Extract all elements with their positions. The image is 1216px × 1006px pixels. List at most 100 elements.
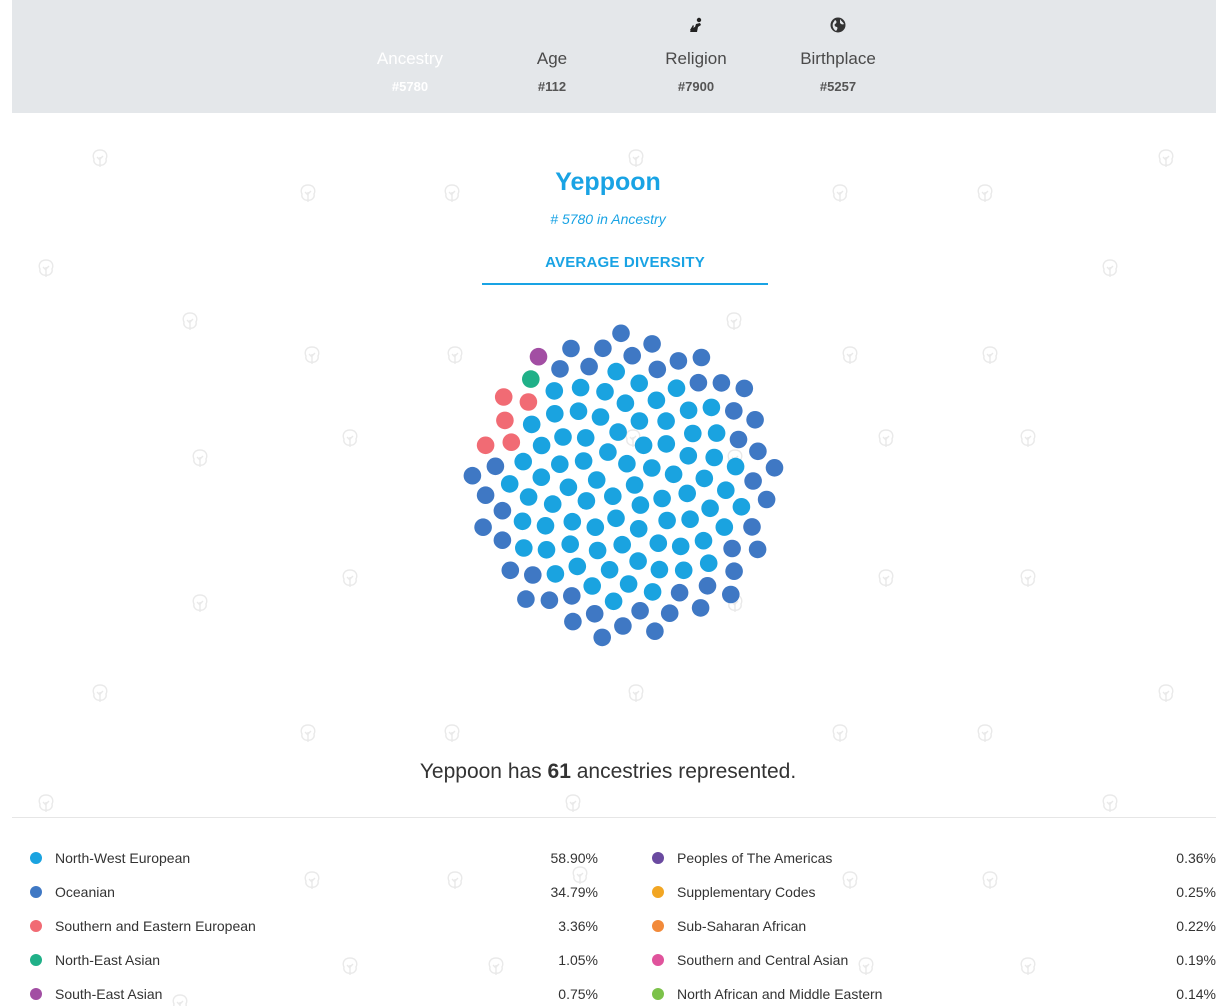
ancestry-dot	[695, 469, 714, 488]
ancestry-dot	[543, 495, 562, 513]
ancestry-dot	[551, 360, 569, 378]
legend-item: Sub-Saharan African 0.22%	[652, 917, 1216, 937]
ancestry-dot	[701, 499, 719, 518]
ancestry-dot	[723, 539, 741, 558]
legend-swatch	[30, 988, 42, 1000]
tree-pattern-icon	[192, 594, 208, 612]
tab-ancestry[interactable]: Ancestry #5780	[348, 0, 472, 113]
tree-pattern-icon	[92, 684, 108, 702]
legend-item: Oceanian 34.79%	[30, 883, 598, 903]
ancestry-dot	[619, 575, 638, 593]
ancestry-dot	[702, 398, 721, 417]
ancestry-dot	[679, 447, 698, 465]
tab-birthplace[interactable]: Birthplace #5257	[788, 0, 888, 113]
tree-pattern-icon	[300, 724, 316, 742]
ancestry-dot	[691, 599, 710, 617]
tab-age[interactable]: Age #112	[502, 0, 602, 113]
tree-pattern-icon	[982, 346, 998, 364]
ancestry-dot	[494, 388, 513, 406]
legend-swatch	[652, 886, 664, 898]
ancestry-dot	[705, 448, 723, 467]
ancestry-dot	[536, 517, 555, 535]
tab-religion-label: Religion	[665, 49, 727, 68]
tree-pattern-icon	[342, 429, 358, 447]
ancestry-dot	[630, 412, 649, 430]
ancestry-dot	[744, 472, 762, 490]
ancestry-dot	[653, 489, 671, 508]
tab-ancestry-label: Ancestry	[376, 49, 444, 68]
ancestry-dot	[502, 433, 521, 451]
ancestry-dot	[678, 484, 696, 503]
legend-percent: 0.19%	[1176, 952, 1216, 968]
ancestry-dot	[569, 402, 588, 420]
ancestry-dot	[513, 512, 532, 531]
legend-name: South-East Asian	[55, 986, 163, 1002]
legend-name: Southern and Eastern European	[55, 918, 256, 934]
ancestry-dot	[684, 424, 702, 443]
legend-percent: 1.05%	[558, 952, 598, 968]
ancestry-dot	[591, 408, 610, 426]
tree-pattern-icon	[1102, 259, 1118, 277]
ancestry-dot	[568, 557, 587, 576]
legend-swatch	[30, 852, 42, 864]
ancestry-dot	[532, 468, 551, 486]
legend-swatch	[652, 988, 664, 1000]
ancestry-dot	[616, 394, 635, 412]
ancestry-dot	[486, 457, 505, 476]
tree-pattern-icon	[1020, 569, 1036, 587]
ancestry-dot	[554, 428, 572, 446]
tree-pattern-icon	[842, 346, 858, 364]
tab-birthplace-rank: #5257	[819, 79, 857, 94]
ancestry-dot	[698, 577, 717, 595]
tree-pattern-icon	[878, 569, 894, 587]
ancestry-dot	[588, 541, 607, 560]
legend-name: North African and Middle Eastern	[677, 986, 883, 1002]
legend-item: North-East Asian 1.05%	[30, 951, 598, 971]
ancestry-dot	[600, 561, 619, 579]
ancestry-dot	[634, 436, 653, 455]
ancestry-dot	[694, 531, 713, 550]
ancestry-dot	[529, 347, 548, 366]
tree-pattern-icon	[628, 149, 644, 167]
legend-percent: 3.36%	[558, 918, 598, 934]
ancestry-dot	[618, 454, 636, 473]
ancestry-dot	[607, 509, 625, 528]
ancestry-dot	[562, 339, 580, 358]
ancestry-dot	[658, 511, 676, 530]
ancestry-dot	[717, 481, 735, 499]
legend-name: Southern and Central Asian	[677, 952, 849, 968]
summary-prefix: Yeppoon has	[419, 760, 548, 783]
ancestry-dot	[519, 393, 538, 411]
legend-percent: 58.90%	[550, 850, 598, 866]
ancestry-dot	[515, 539, 533, 557]
tree-pattern-icon	[38, 794, 54, 812]
legend-name: Supplementary Codes	[677, 884, 816, 900]
ancestry-dot	[646, 622, 664, 640]
legend-item: North African and Middle Eastern 0.14%	[652, 985, 1216, 1005]
ancestry-dot	[699, 554, 718, 572]
ancestry-dot	[540, 591, 559, 609]
ancestry-dot	[596, 383, 614, 401]
tree-pattern-icon	[572, 866, 588, 884]
ancestry-dot	[631, 496, 650, 514]
ancestry-dot	[587, 471, 606, 489]
praying-person-icon	[690, 17, 702, 32]
tab-religion[interactable]: Religion #7900	[646, 0, 746, 113]
ancestry-dot	[522, 415, 541, 434]
ancestry-dot	[660, 604, 679, 622]
ancestry-dot	[674, 561, 693, 580]
ancestry-dot	[643, 583, 662, 601]
ancestry-dot	[643, 335, 661, 353]
ancestry-dot	[607, 362, 625, 381]
legend-name: Oceanian	[55, 884, 115, 900]
ancestry-dot	[537, 541, 556, 559]
ancestry-dot	[524, 566, 542, 584]
tree-pattern-icon	[182, 312, 198, 330]
ancestry-dot	[671, 537, 690, 556]
ancestry-dot	[561, 535, 579, 553]
ancestry-dot	[585, 605, 604, 623]
ancestry-dot	[679, 401, 698, 420]
globe-icon	[830, 17, 846, 33]
legend-name: North-East Asian	[55, 952, 161, 968]
ancestry-dot	[625, 476, 644, 494]
